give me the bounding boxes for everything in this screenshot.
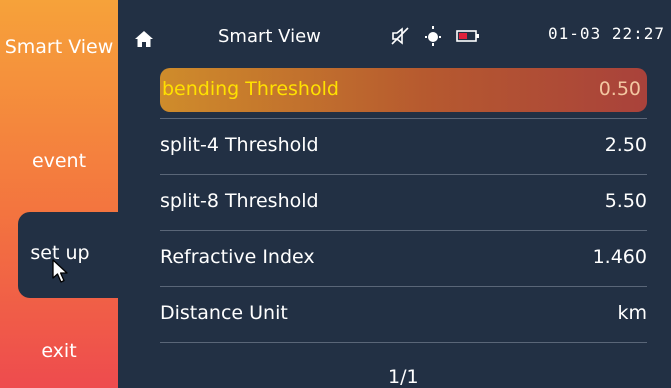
setting-label: bending Threshold [162,78,339,100]
divider [160,342,647,343]
setting-row-bending-threshold[interactable]: bending Threshold 0.50 [160,68,647,119]
setting-row-split-8-threshold[interactable]: split-8 Threshold 5.50 [160,180,647,231]
sidebar-item-label: Smart View [4,36,114,58]
divider [160,286,647,287]
setting-row-refractive-index[interactable]: Refractive Index 1.460 [160,236,647,287]
setting-label: Refractive Index [160,246,315,268]
setting-value: km [617,302,647,324]
divider [160,230,647,231]
brightness-icon [425,26,441,46]
clock: 01-03 22:27 [548,24,665,43]
speaker-muted-icon [391,27,409,45]
home-icon[interactable] [134,30,154,48]
sidebar-item-exit[interactable]: exit [0,340,118,364]
mouse-pointer-icon [52,259,68,283]
setting-label: split-4 Threshold [160,134,319,156]
setting-label: split-8 Threshold [160,190,319,212]
top-bar: Smart View 01-03 22:27 [118,0,671,64]
sidebar: Smart View event set up exit [0,0,118,388]
setting-value: 0.50 [598,78,641,100]
sidebar-item-event[interactable]: event [0,150,118,174]
app-screen: Smart View event set up exit Smart View [0,0,671,388]
page-title: Smart View [218,26,321,47]
settings-list: bending Threshold 0.50 split-4 Threshold… [160,68,647,343]
setting-value: 5.50 [604,190,647,212]
sidebar-item-label: exit [41,340,77,362]
sidebar-item-smart-view[interactable]: Smart View [0,36,118,60]
status-icons [390,25,480,47]
setting-row-distance-unit[interactable]: Distance Unit km [160,292,647,343]
setting-value: 2.50 [604,134,647,156]
setting-row-split-4-threshold[interactable]: split-4 Threshold 2.50 [160,124,647,175]
setting-label: Distance Unit [160,302,288,324]
setting-value: 1.460 [592,246,647,268]
sidebar-item-set-up[interactable]: set up [18,212,118,298]
sidebar-item-label: event [31,150,87,172]
divider [160,118,647,119]
divider [160,174,647,175]
main-panel: Smart View 01-03 22:27 bending Threshold… [118,0,671,388]
page-indicator: 1/1 [388,366,419,388]
battery-low-icon [456,30,479,42]
